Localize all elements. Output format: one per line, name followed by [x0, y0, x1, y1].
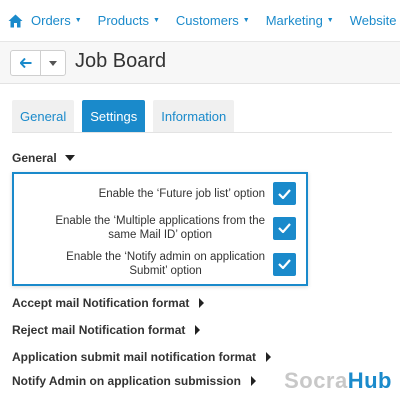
logo-part1: Socra — [284, 368, 348, 393]
section-application-submit-mail-title: Application submit mail notification for… — [12, 350, 257, 364]
triangle-right-icon — [266, 352, 272, 362]
option-notify-admin-line1: Enable the ‘Notify admin on application — [66, 251, 265, 263]
checkbox-multiple-applications[interactable] — [273, 216, 296, 240]
nav-orders-label: Orders — [31, 13, 71, 28]
section-notify-admin-title: Notify Admin on application submission — [12, 374, 241, 388]
triangle-right-icon — [195, 325, 201, 335]
checkbox-notify-admin[interactable] — [273, 252, 296, 276]
back-button[interactable] — [11, 51, 41, 75]
checkmark-icon — [278, 259, 291, 269]
section-notify-admin-toggle[interactable]: Notify Admin on application submission — [12, 374, 256, 388]
option-future-job-list-label: Enable the ‘Future job list’ option — [98, 187, 265, 200]
caret-down-icon: ▼ — [152, 17, 160, 24]
logo-part2: Hub — [347, 368, 392, 393]
page-header — [0, 42, 400, 84]
nav-marketing-label: Marketing — [265, 13, 323, 28]
checkbox-future-job-list[interactable] — [273, 182, 296, 205]
triangle-right-icon — [250, 376, 256, 386]
top-navigation: Orders ▼ Products ▼ Customers ▼ Marketin… — [0, 0, 400, 42]
option-multiple-applications-label: Enable the ‘Multiple applications from t… — [55, 214, 265, 242]
tab-divider — [12, 132, 392, 133]
section-reject-mail-title: Reject mail Notification format — [12, 323, 186, 337]
option-multiple-applications: Enable the ‘Multiple applications from t… — [55, 214, 296, 242]
page-title: Job Board — [75, 50, 167, 72]
nav-customers-label: Customers — [175, 13, 239, 28]
nav-customers[interactable]: Customers ▼ — [176, 13, 250, 28]
home-icon[interactable] — [8, 13, 23, 29]
nav-products-label: Products — [97, 13, 149, 28]
triangle-right-icon — [199, 298, 205, 308]
option-multiple-applications-line2: same Mail ID’ option — [108, 229, 213, 241]
caret-down-icon: ▼ — [326, 17, 334, 24]
history-dropdown-button[interactable] — [41, 51, 65, 75]
section-general-toggle[interactable]: General — [12, 151, 75, 165]
section-reject-mail-toggle[interactable]: Reject mail Notification format — [12, 323, 201, 337]
option-future-job-list: Enable the ‘Future job list’ option — [99, 182, 296, 205]
tab-information[interactable]: Information — [153, 100, 235, 132]
general-options-panel: Enable the ‘Future job list’ option Enab… — [12, 172, 308, 286]
nav-products[interactable]: Products ▼ — [98, 13, 160, 28]
checkmark-icon — [278, 188, 291, 199]
option-notify-admin-line2: Submit’ option — [129, 265, 202, 277]
section-accept-mail-toggle[interactable]: Accept mail Notification format — [12, 296, 205, 310]
nav-marketing[interactable]: Marketing ▼ — [266, 13, 334, 28]
tab-bar: General Settings Information — [12, 100, 242, 132]
nav-orders[interactable]: Orders ▼ — [31, 13, 82, 28]
arrow-left-icon — [19, 58, 31, 68]
option-notify-admin-label: Enable the ‘Notify admin on application … — [66, 250, 265, 278]
tab-settings[interactable]: Settings — [82, 100, 146, 132]
section-accept-mail-title: Accept mail Notification format — [12, 296, 190, 310]
option-multiple-applications-line1: Enable the ‘Multiple applications from t… — [55, 215, 265, 227]
option-notify-admin: Enable the ‘Notify admin on application … — [66, 250, 296, 278]
triangle-down-icon — [64, 155, 75, 161]
tab-general[interactable]: General — [12, 100, 75, 132]
caret-down-icon: ▼ — [74, 17, 82, 24]
back-button-group — [10, 50, 66, 76]
chevron-down-icon — [49, 60, 57, 66]
section-general-title: General — [12, 151, 57, 165]
nav-website-label: Website — [349, 13, 397, 28]
caret-down-icon: ▼ — [242, 17, 250, 24]
nav-website[interactable]: Website ▼ — [350, 13, 400, 28]
section-application-submit-mail-toggle[interactable]: Application submit mail notification for… — [12, 350, 272, 364]
checkmark-icon — [278, 223, 291, 233]
socrahub-logo: SocraHub — [284, 368, 392, 394]
